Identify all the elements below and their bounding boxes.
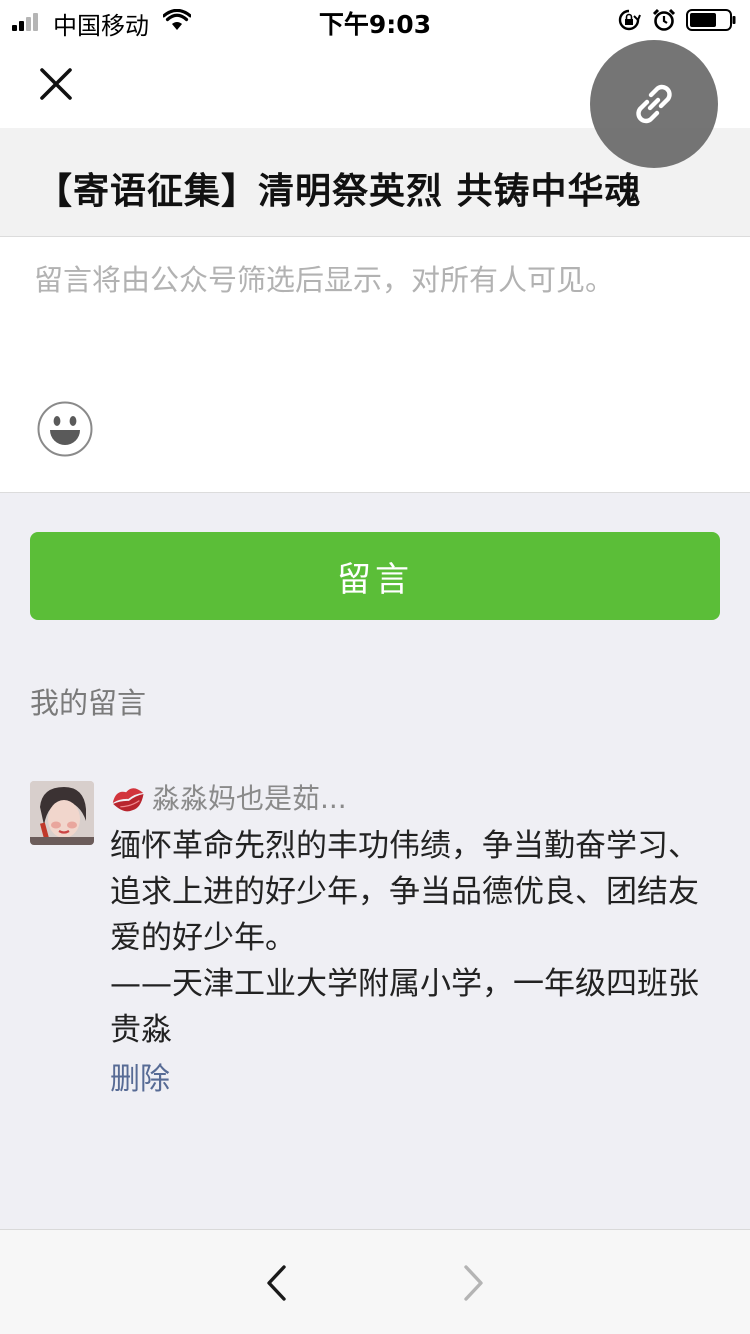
kiss-lips-icon xyxy=(112,788,144,812)
copy-link-button[interactable] xyxy=(590,40,718,168)
my-comments-heading: 我的留言 xyxy=(30,686,147,720)
rotation-lock-icon xyxy=(618,9,641,31)
battery-icon xyxy=(686,9,736,31)
bottom-toolbar xyxy=(0,1229,750,1334)
comment-author: 淼淼妈也是茹... xyxy=(152,782,347,815)
emoji-face-icon[interactable] xyxy=(37,401,93,457)
avatar xyxy=(30,781,94,845)
status-bar: 中国移动 下午9:03 xyxy=(0,0,750,40)
comment-input[interactable] xyxy=(34,257,714,387)
link-icon xyxy=(636,84,672,124)
comment-body: 淼淼妈也是茹... 缅怀革命先烈的丰功伟绩，争当勤奋学习、追求上进的好少年，争当… xyxy=(110,781,720,1101)
delete-comment-link[interactable]: 删除 xyxy=(110,1059,720,1101)
alarm-clock-icon xyxy=(652,8,676,31)
comment-compose-area xyxy=(0,237,750,493)
avatar-photo xyxy=(30,781,94,845)
article-title: 【寄语征集】清明祭英烈 共铸中华魂 xyxy=(36,171,642,212)
submit-comment-button[interactable]: 留言 xyxy=(30,532,720,620)
chevron-left-icon[interactable] xyxy=(258,1263,294,1303)
comment-author-row: 淼淼妈也是茹... xyxy=(110,781,720,817)
close-icon[interactable] xyxy=(36,64,76,104)
page: 中国移动 下午9:03 【寄语征集】清明祭英烈 共铸中华魂 留言将由公众号筛选后… xyxy=(0,0,750,1334)
comment-text: 缅怀革命先烈的丰功伟绩，争当勤奋学习、追求上进的好少年，争当品德优良、团结友爱的… xyxy=(110,828,699,1048)
chevron-right-icon xyxy=(464,1265,483,1301)
